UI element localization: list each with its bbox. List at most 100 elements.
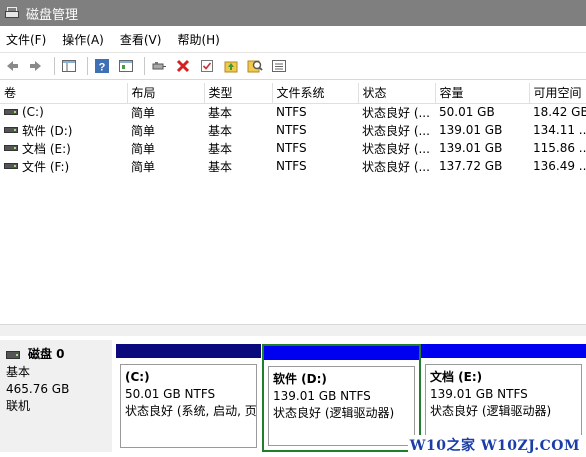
window-title: 磁盘管理 (26, 7, 79, 23)
volume-name: (C:) (22, 105, 44, 120)
partition-size: 50.01 GB NTFS (125, 387, 216, 401)
capacity-cell: 139.01 GB (439, 141, 503, 155)
column-header-free-space[interactable]: 可用空间 (529, 83, 586, 104)
type-cell: 基本 (208, 141, 233, 156)
status-cell: 状态良好 (... (362, 123, 430, 138)
table-row[interactable]: (C:) 简单 基本 NTFS 状态良好 (... 50.01 GB 18.42… (0, 103, 586, 121)
up-icon[interactable] (221, 56, 241, 76)
status-cell: 状态良好 (... (362, 159, 430, 174)
volume-cell: 文档 (E:) (0, 139, 127, 157)
toolbar-separator (144, 57, 145, 75)
layout-cell: 简单 (131, 159, 156, 174)
partition-name: 软件 (D:) (273, 372, 327, 386)
watermark: W10之家 W10ZJ.COM (407, 435, 582, 455)
disk-status: 联机 (6, 399, 31, 413)
back-icon[interactable] (2, 56, 22, 76)
check-icon[interactable] (197, 56, 217, 76)
disk-map: 磁盘 0 基本 465.76 GB 联机 (C:) 50.01 GB NTFS … (0, 336, 586, 457)
disk-type: 基本 (6, 365, 31, 379)
volume-icon (4, 127, 18, 133)
menu-bar: 文件(F) 操作(A) 查看(V) 帮助(H) (0, 26, 586, 52)
partition-bar (421, 344, 586, 358)
pane-splitter[interactable] (0, 324, 586, 336)
delete-icon[interactable] (173, 56, 193, 76)
column-header-type[interactable]: 类型 (204, 83, 273, 104)
toolbar-separator (54, 57, 55, 75)
disk-name-row: 磁盘 0 (6, 346, 106, 363)
capacity-cell: 139.01 GB (439, 123, 503, 137)
toolbar-separator (87, 57, 88, 75)
volume-table: 卷 布局 类型 文件系统 状态 容量 可用空间 (C:) 简单 基本 NTFS … (0, 83, 586, 175)
column-header-capacity[interactable]: 容量 (435, 83, 530, 104)
volume-name: 文档 (E:) (22, 141, 71, 156)
type-cell: 基本 (208, 123, 233, 138)
capacity-cell: 50.01 GB (439, 105, 495, 120)
volume-name: 软件 (D:) (22, 123, 73, 138)
filesystem-cell: NTFS (276, 141, 307, 155)
filesystem-cell: NTFS (276, 105, 307, 120)
column-header-filesystem[interactable]: 文件系统 (272, 83, 359, 104)
table-header-row: 卷 布局 类型 文件系统 状态 容量 可用空间 (0, 83, 586, 104)
svg-text:?: ? (99, 62, 106, 74)
properties-icon[interactable] (116, 56, 136, 76)
partition-size: 139.01 GB NTFS (273, 389, 371, 403)
column-header-status[interactable]: 状态 (358, 83, 436, 104)
partition-status: 状态良好 (系统, 启动, 页 (125, 404, 257, 418)
forward-icon[interactable] (26, 56, 46, 76)
partition-bar (116, 344, 261, 358)
disk-name: 磁盘 0 (28, 347, 65, 361)
menu-view[interactable]: 查看(V) (120, 31, 162, 48)
partition-bar (264, 346, 419, 360)
search-icon[interactable] (245, 56, 265, 76)
table-row[interactable]: 软件 (D:) 简单 基本 NTFS 状态良好 (... 139.01 GB 1… (0, 121, 586, 139)
volume-icon (4, 145, 18, 151)
free-space-cell: 115.86 ... (533, 141, 586, 155)
partition-body: (C:) 50.01 GB NTFS 状态良好 (系统, 启动, 页 (120, 364, 257, 448)
volume-icon (4, 163, 18, 169)
partition-status: 状态良好 (逻辑驱动器) (430, 404, 552, 418)
disk-icon (6, 350, 20, 359)
volume-list: 卷 布局 类型 文件系统 状态 容量 可用空间 (C:) 简单 基本 NTFS … (0, 83, 586, 175)
help-icon[interactable]: ? (92, 56, 112, 76)
volume-icon (4, 109, 18, 116)
volume-cell: 文件 (F:) (0, 157, 127, 175)
partition-d[interactable]: 软件 (D:) 139.01 GB NTFS 状态良好 (逻辑驱动器) (262, 344, 421, 452)
menu-help[interactable]: 帮助(H) (177, 31, 219, 48)
volume-cell: 软件 (D:) (0, 121, 127, 139)
partition-body: 软件 (D:) 139.01 GB NTFS 状态良好 (逻辑驱动器) (268, 366, 415, 446)
volume-cell: (C:) (0, 103, 127, 121)
disk-management-icon (4, 6, 20, 20)
volume-name: 文件 (F:) (22, 159, 70, 174)
partition-name: (C:) (125, 370, 150, 384)
toolbar: ? (0, 52, 586, 80)
type-cell: 基本 (208, 159, 233, 174)
partition-name: 文档 (E:) (430, 370, 483, 384)
partition-status: 状态良好 (逻辑驱动器) (273, 406, 395, 420)
table-row[interactable]: 文件 (F:) 简单 基本 NTFS 状态良好 (... 137.72 GB 1… (0, 157, 586, 175)
partition-c[interactable]: (C:) 50.01 GB NTFS 状态良好 (系统, 启动, 页 (116, 344, 261, 452)
list-icon[interactable] (269, 56, 289, 76)
menu-action[interactable]: 操作(A) (62, 31, 104, 48)
status-cell: 状态良好 (... (362, 105, 430, 120)
disk-0-label[interactable]: 磁盘 0 基本 465.76 GB 联机 (0, 340, 112, 452)
layout-cell: 简单 (131, 141, 156, 156)
status-cell: 状态良好 (... (362, 141, 430, 156)
partition-size: 139.01 GB NTFS (430, 387, 528, 401)
connect-icon[interactable] (149, 56, 169, 76)
free-space-cell: 136.49 ... (533, 159, 586, 173)
free-space-cell: 134.11 ... (533, 123, 586, 137)
show-hide-icon[interactable] (59, 56, 79, 76)
disk-size: 465.76 GB (6, 382, 70, 396)
free-space-cell: 18.42 GB (533, 105, 586, 120)
title-bar: 磁盘管理 (0, 0, 586, 26)
column-header-volume[interactable]: 卷 (0, 83, 128, 104)
type-cell: 基本 (208, 105, 233, 120)
menu-file[interactable]: 文件(F) (6, 31, 46, 48)
column-header-layout[interactable]: 布局 (127, 83, 205, 104)
capacity-cell: 137.72 GB (439, 159, 503, 173)
table-row[interactable]: 文档 (E:) 简单 基本 NTFS 状态良好 (... 139.01 GB 1… (0, 139, 586, 157)
layout-cell: 简单 (131, 105, 156, 120)
layout-cell: 简单 (131, 123, 156, 138)
filesystem-cell: NTFS (276, 159, 307, 173)
filesystem-cell: NTFS (276, 123, 307, 137)
